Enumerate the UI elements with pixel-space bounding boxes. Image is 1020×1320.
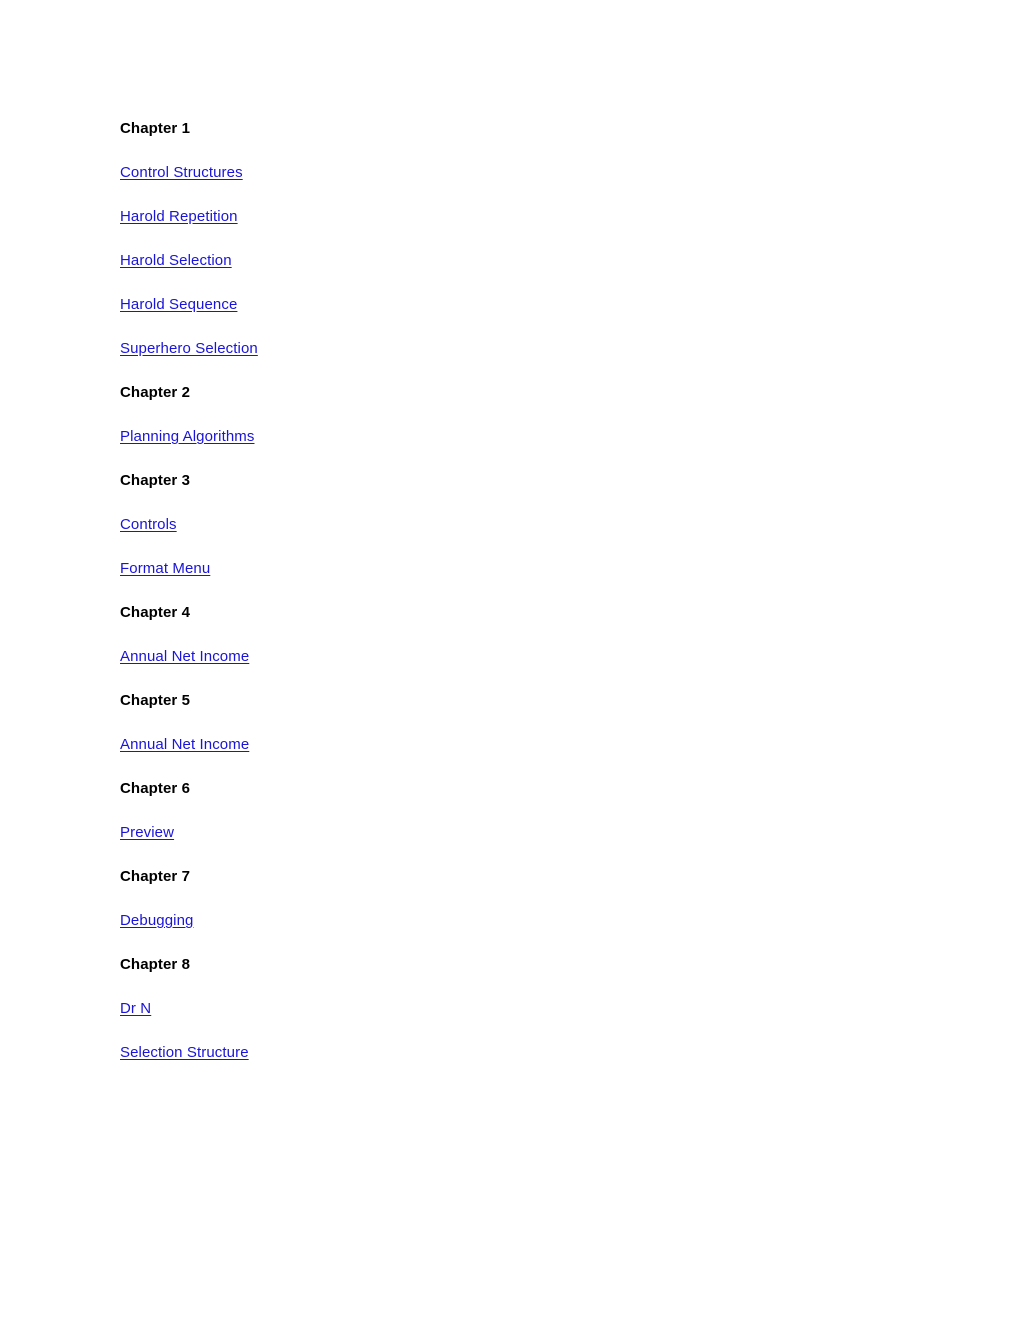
chapter-group: Chapter 6 Preview [120, 778, 880, 844]
toc-entry-link[interactable]: Harold Selection [120, 252, 232, 269]
toc-entry-link[interactable]: Format Menu [120, 560, 210, 577]
chapter-entry-list: Dr N Selection Structure [120, 998, 880, 1064]
toc-entry-link[interactable]: Preview [120, 824, 174, 841]
list-item: Preview [120, 822, 880, 844]
chapter-heading: Chapter 2 [120, 384, 191, 401]
toc-entry-link[interactable]: Annual Net Income [120, 736, 249, 753]
toc-entry-link[interactable]: Harold Sequence [120, 296, 237, 313]
chapter-entry-list: Controls Format Menu [120, 514, 880, 580]
chapter-group: Chapter 2 Planning Algorithms [120, 382, 880, 448]
chapter-group: Chapter 7 Debugging [120, 866, 880, 932]
toc-entry-link[interactable]: Harold Repetition [120, 208, 238, 225]
chapter-group: Chapter 5 Annual Net Income [120, 690, 880, 756]
chapter-heading: Chapter 3 [120, 472, 191, 489]
list-item: Format Menu [120, 558, 880, 580]
chapter-entry-list: Control Structures Harold Repetition Harol… [120, 162, 880, 360]
chapter-entry-list: Annual Net Income [120, 734, 880, 756]
list-item: Superhero Selection [120, 338, 880, 360]
list-item: Annual Net Income [120, 646, 880, 668]
toc-entry-link[interactable]: Selection Structure [120, 1044, 249, 1061]
list-item: Dr N [120, 998, 880, 1020]
chapter-entry-list: Debugging [120, 910, 880, 932]
chapter-heading: Chapter 7 [120, 868, 191, 885]
list-item: Harold Repetition [120, 206, 880, 228]
chapter-heading: Chapter 8 [120, 956, 191, 973]
toc-entry-link[interactable]: Control Structures [120, 164, 243, 181]
toc-entry-link[interactable]: Debugging [120, 912, 193, 929]
list-item: Planning Algorithms [120, 426, 880, 448]
list-item: Harold Selection [120, 250, 880, 272]
toc-entry-link[interactable]: Superhero Selection [120, 340, 258, 357]
table-of-contents: Chapter 1 Control Structures Harold Repeti… [120, 118, 880, 1064]
toc-entry-link[interactable]: Planning Algorithms [120, 428, 254, 445]
chapter-entry-list: Annual Net Income [120, 646, 880, 668]
chapter-group: Chapter 1 Control Structures Harold Repeti… [120, 118, 880, 360]
chapter-group: Chapter 8 Dr N Selection Structure [120, 954, 880, 1064]
list-item: Selection Structure [120, 1042, 880, 1064]
list-item: Debugging [120, 910, 880, 932]
list-item: Control Structures [120, 162, 880, 184]
chapter-group: Chapter 4 Annual Net Income [120, 602, 880, 668]
list-item: Controls [120, 514, 880, 536]
list-item: Harold Sequence [120, 294, 880, 316]
chapter-group: Chapter 3 Controls Format Menu [120, 470, 880, 580]
chapter-heading: Chapter 6 [120, 780, 191, 797]
toc-entry-link[interactable]: Controls [120, 516, 177, 533]
list-item: Annual Net Income [120, 734, 880, 756]
chapter-entry-list: Preview [120, 822, 880, 844]
chapter-heading: Chapter 5 [120, 692, 191, 709]
chapter-heading: Chapter 4 [120, 604, 191, 621]
chapter-heading: Chapter 1 [120, 120, 191, 137]
toc-entry-link[interactable]: Dr N [120, 1000, 151, 1017]
document-page: Chapter 1 Control Structures Harold Repeti… [0, 0, 1020, 1320]
chapter-entry-list: Planning Algorithms [120, 426, 880, 448]
toc-entry-link[interactable]: Annual Net Income [120, 648, 249, 665]
